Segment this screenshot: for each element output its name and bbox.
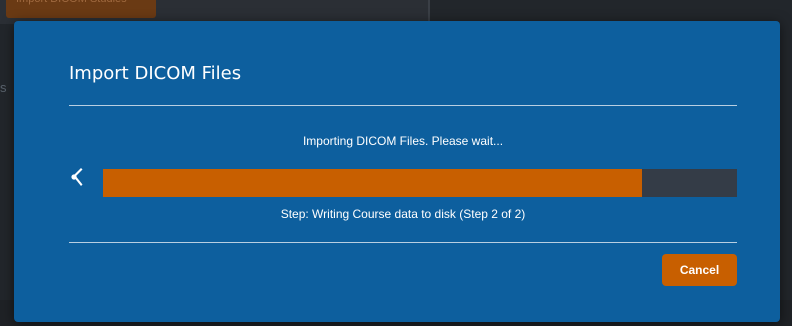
- step-message: Step: Writing Course data to disk (Step …: [280, 207, 526, 221]
- background-side-text: s: [0, 80, 7, 95]
- progress-bar-fill: [103, 169, 642, 197]
- title-divider: [69, 105, 737, 106]
- status-message: Importing DICOM Files. Please wait...: [302, 134, 504, 148]
- dialog-title: Import DICOM Files: [69, 63, 242, 84]
- progress-bar: [103, 169, 737, 197]
- cancel-button[interactable]: Cancel: [662, 254, 737, 286]
- loading-spinner-icon: [71, 168, 83, 186]
- background-import-button: Import DICOM Studies: [6, 0, 156, 18]
- footer-divider: [69, 242, 737, 243]
- import-dicom-dialog: Import DICOM Files Importing DICOM Files…: [14, 21, 780, 322]
